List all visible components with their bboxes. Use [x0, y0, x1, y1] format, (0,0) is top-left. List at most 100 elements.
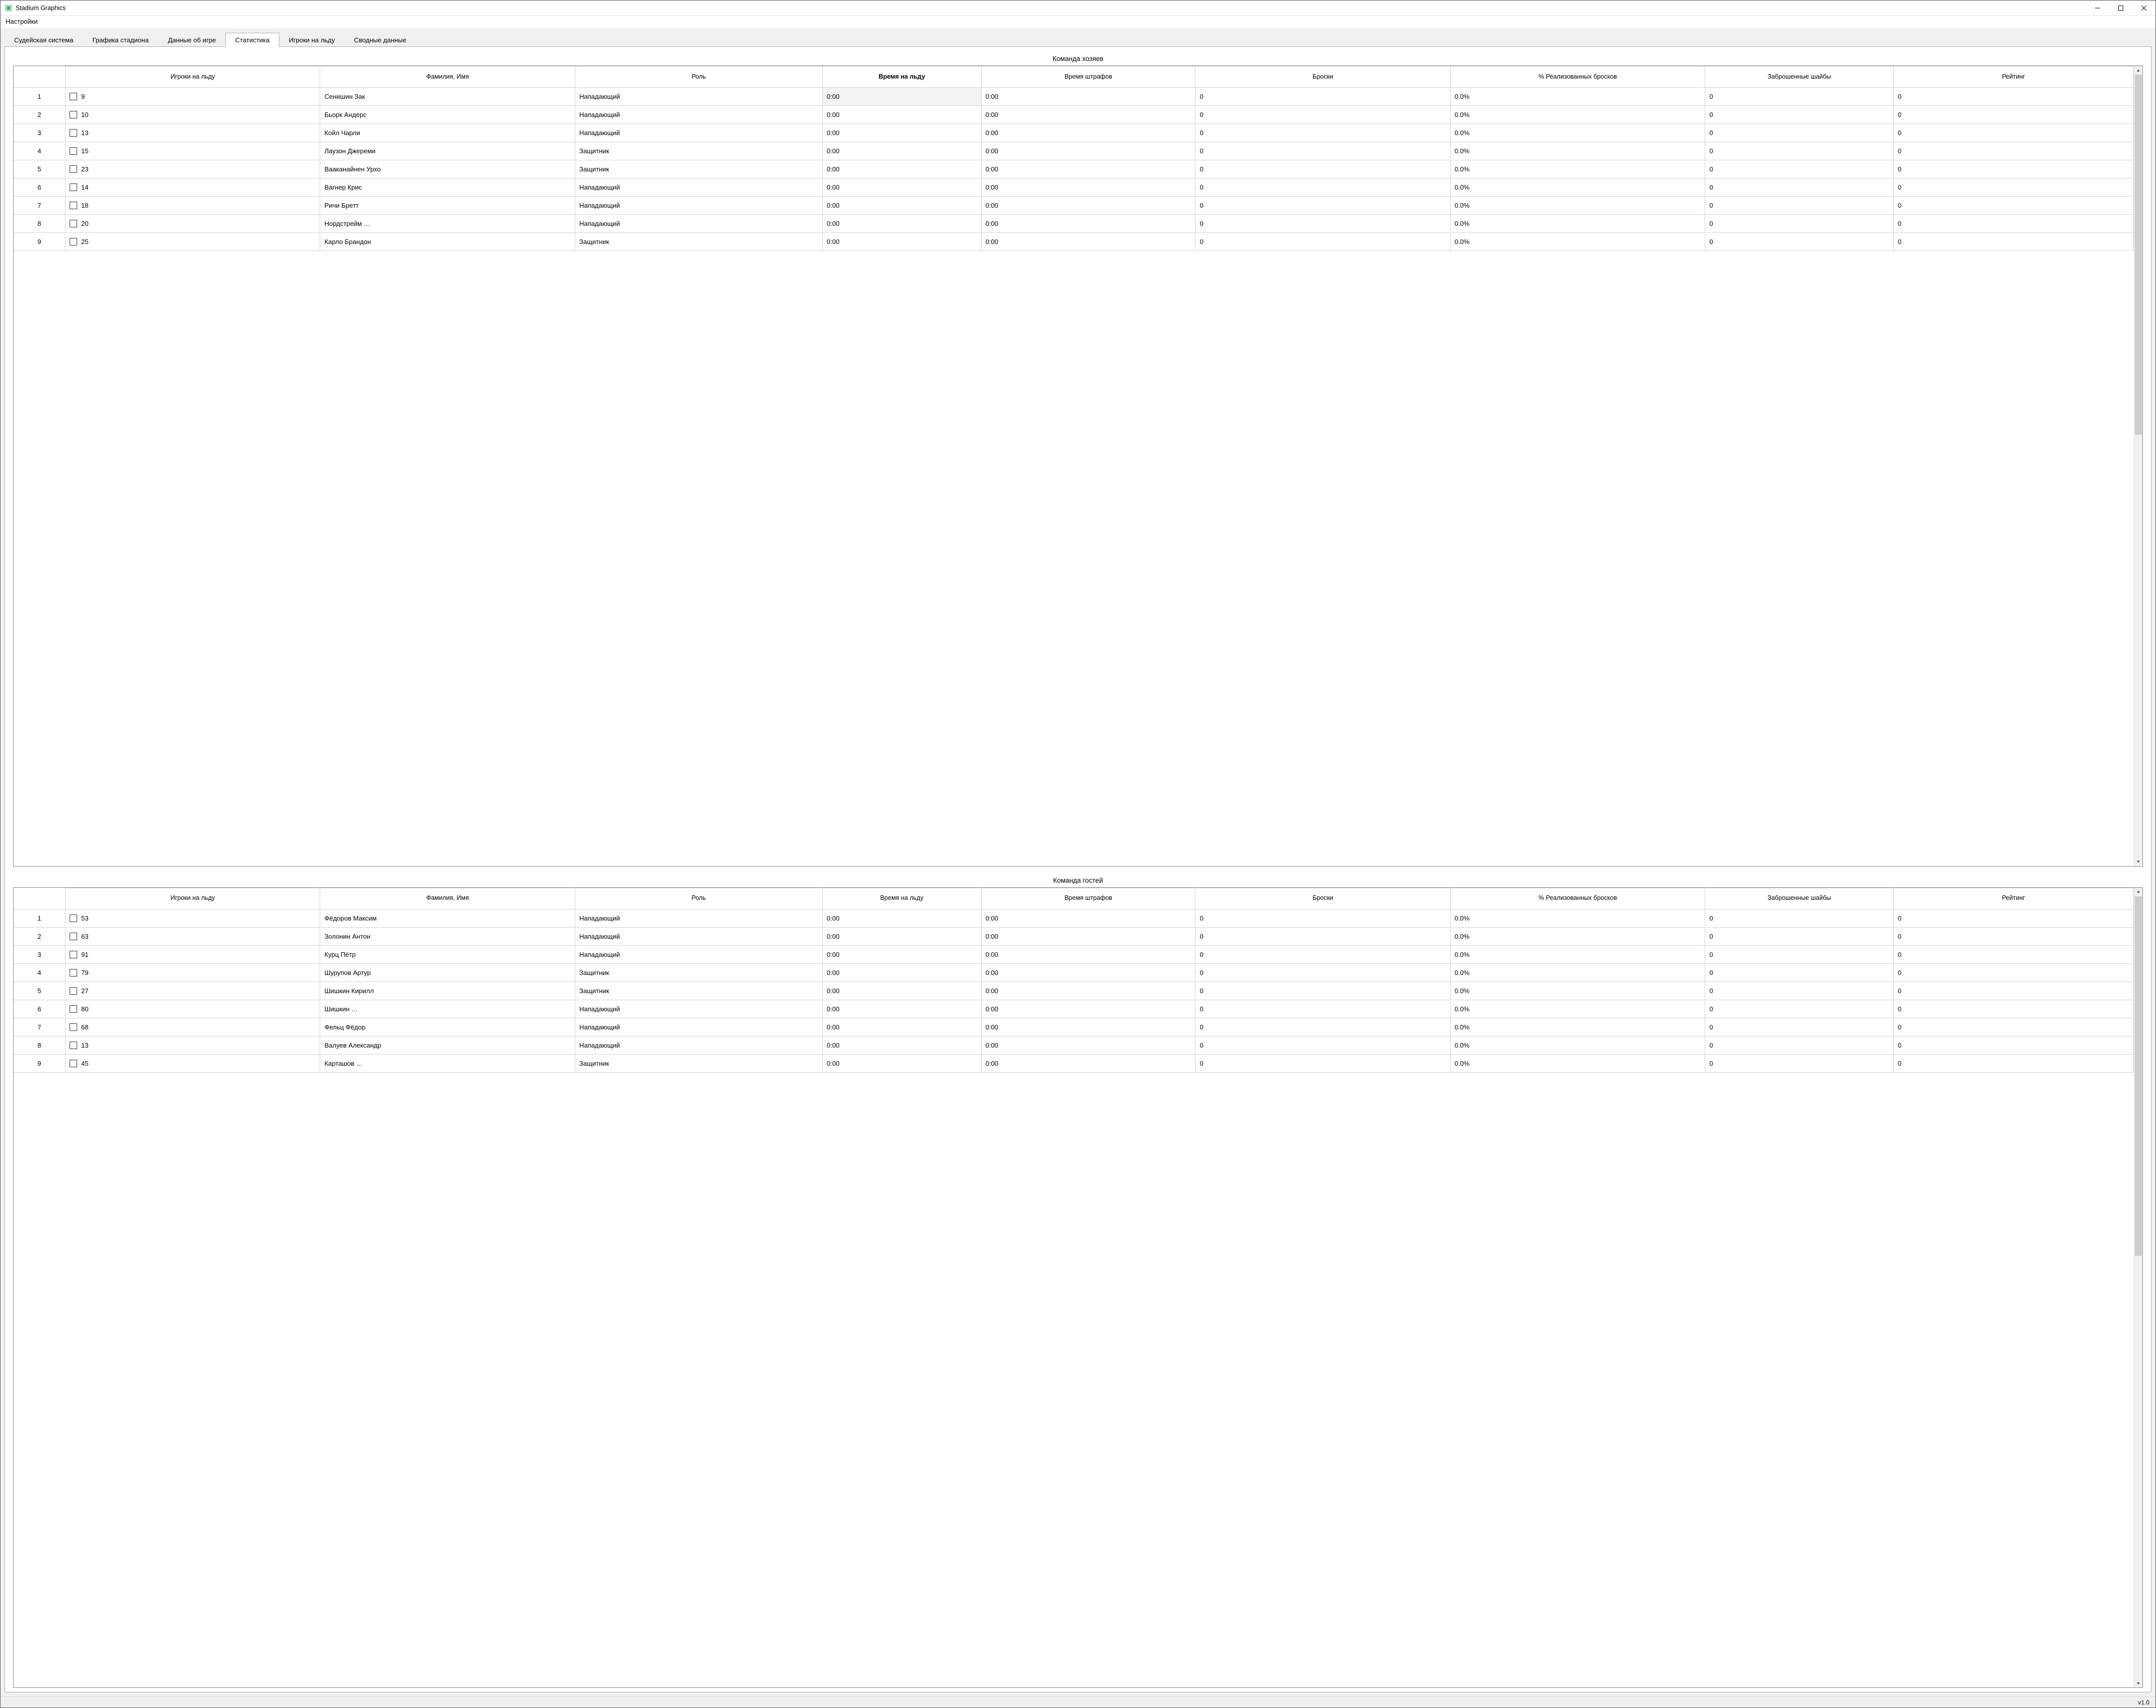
row-number[interactable]: 2 [14, 927, 66, 945]
cell-role[interactable]: Нападающий [575, 909, 822, 927]
cell-name[interactable]: Фёдоров Максим [320, 909, 575, 927]
cell-name[interactable]: Шурупов Артур [320, 963, 575, 982]
table-row[interactable]: 925Карло БрандонЗащитник0:000:0000.0%00 [14, 233, 2134, 251]
cell-toi[interactable]: 0:00 [822, 233, 981, 251]
cell-pct[interactable]: 0.0% [1450, 982, 1705, 1000]
cell-shots[interactable]: 0 [1195, 927, 1450, 945]
row-number[interactable]: 7 [14, 1018, 66, 1036]
cell-rating[interactable]: 0 [1893, 124, 2133, 142]
cell-toi[interactable]: 0:00 [822, 178, 981, 197]
row-number[interactable]: 7 [14, 197, 66, 215]
cell-pct[interactable]: 0.0% [1450, 178, 1705, 197]
cell-pim[interactable]: 0:00 [981, 160, 1195, 178]
row-number[interactable]: 4 [14, 142, 66, 160]
cell-on-ice[interactable]: 18 [66, 197, 320, 215]
cell-on-ice[interactable]: 23 [66, 160, 320, 178]
cell-goals[interactable]: 0 [1705, 1054, 1894, 1072]
cell-role[interactable]: Нападающий [575, 197, 822, 215]
cell-name[interactable]: Лаузон Джереми [320, 142, 575, 160]
cell-role[interactable]: Нападающий [575, 1000, 822, 1018]
on-ice-checkbox[interactable] [70, 914, 77, 922]
column-header-rating[interactable]: Рейтинг [1893, 888, 2133, 909]
cell-role[interactable]: Нападающий [575, 1036, 822, 1054]
row-number[interactable]: 8 [14, 215, 66, 233]
cell-on-ice[interactable]: 80 [66, 1000, 320, 1018]
cell-toi[interactable]: 0:00 [822, 982, 981, 1000]
scroll-up-icon[interactable] [2134, 888, 2142, 896]
cell-rating[interactable]: 0 [1893, 233, 2133, 251]
cell-pct[interactable]: 0.0% [1450, 1000, 1705, 1018]
cell-pim[interactable]: 0:00 [981, 197, 1195, 215]
on-ice-checkbox[interactable] [70, 1005, 77, 1013]
cell-role[interactable]: Нападающий [575, 124, 822, 142]
cell-on-ice[interactable]: 10 [66, 106, 320, 124]
cell-name[interactable]: Шишкин … [320, 1000, 575, 1018]
table-row[interactable]: 813Валуев АлександрНападающий0:000:0000.… [14, 1036, 2134, 1054]
table-row[interactable]: 945Карташов …Защитник0:000:0000.0%00 [14, 1054, 2134, 1072]
cell-pct[interactable]: 0.0% [1450, 909, 1705, 927]
row-number[interactable]: 3 [14, 945, 66, 963]
cell-pim[interactable]: 0:00 [981, 909, 1195, 927]
row-number[interactable]: 4 [14, 963, 66, 982]
cell-pim[interactable]: 0:00 [981, 178, 1195, 197]
cell-rating[interactable]: 0 [1893, 963, 2133, 982]
on-ice-checkbox[interactable] [70, 1060, 77, 1067]
cell-pct[interactable]: 0.0% [1450, 197, 1705, 215]
column-header-rating[interactable]: Рейтинг [1893, 67, 2133, 88]
cell-goals[interactable]: 0 [1705, 1036, 1894, 1054]
cell-shots[interactable]: 0 [1195, 945, 1450, 963]
cell-on-ice[interactable]: 15 [66, 142, 320, 160]
cell-toi[interactable]: 0:00 [822, 927, 981, 945]
cell-goals[interactable]: 0 [1705, 982, 1894, 1000]
on-ice-checkbox[interactable] [70, 202, 77, 209]
on-ice-checkbox[interactable] [70, 1042, 77, 1049]
cell-name[interactable]: Фельц Фёдор [320, 1018, 575, 1036]
cell-rating[interactable]: 0 [1893, 88, 2133, 106]
cell-role[interactable]: Нападающий [575, 1018, 822, 1036]
cell-pct[interactable]: 0.0% [1450, 1036, 1705, 1054]
cell-pim[interactable]: 0:00 [981, 142, 1195, 160]
cell-toi[interactable]: 0:00 [822, 142, 981, 160]
cell-toi[interactable]: 0:00 [822, 124, 981, 142]
table-row[interactable]: 523Вааканайнен УрхоЗащитник0:000:0000.0%… [14, 160, 2134, 178]
cell-shots[interactable]: 0 [1195, 909, 1450, 927]
on-ice-checkbox[interactable] [70, 111, 77, 118]
cell-rating[interactable]: 0 [1893, 106, 2133, 124]
cell-pct[interactable]: 0.0% [1450, 106, 1705, 124]
cell-rating[interactable]: 0 [1893, 945, 2133, 963]
cell-toi[interactable]: 0:00 [822, 88, 981, 106]
cell-rating[interactable]: 0 [1893, 160, 2133, 178]
cell-goals[interactable]: 0 [1705, 927, 1894, 945]
scrollbar-thumb[interactable] [2135, 75, 2142, 435]
column-header-goals[interactable]: Заброшенные шайбы [1705, 888, 1894, 909]
table-row[interactable]: 391Курц ПётрНападающий0:000:0000.0%00 [14, 945, 2134, 963]
cell-toi[interactable]: 0:00 [822, 1036, 981, 1054]
cell-name[interactable]: Карло Брандон [320, 233, 575, 251]
close-button[interactable] [2132, 1, 2155, 16]
cell-name[interactable]: Вааканайнен Урхо [320, 160, 575, 178]
cell-role[interactable]: Нападающий [575, 927, 822, 945]
cell-on-ice[interactable]: 63 [66, 927, 320, 945]
table-row[interactable]: 527Шишкин КириллЗащитник0:000:0000.0%00 [14, 982, 2134, 1000]
cell-shots[interactable]: 0 [1195, 233, 1450, 251]
column-header-corner[interactable] [14, 67, 66, 88]
cell-rating[interactable]: 0 [1893, 1036, 2133, 1054]
cell-shots[interactable]: 0 [1195, 160, 1450, 178]
cell-pim[interactable]: 0:00 [981, 927, 1195, 945]
cell-goals[interactable]: 0 [1705, 233, 1894, 251]
cell-role[interactable]: Нападающий [575, 945, 822, 963]
cell-toi[interactable]: 0:00 [822, 215, 981, 233]
column-header-time_on_ice[interactable]: Время на льду [822, 67, 981, 88]
cell-role[interactable]: Защитник [575, 160, 822, 178]
away-scrollbar[interactable] [2134, 888, 2142, 1688]
cell-role[interactable]: Защитник [575, 233, 822, 251]
column-header-shots[interactable]: Броски [1195, 67, 1450, 88]
table-row[interactable]: 210Бьорк АндерсНападающий0:000:0000.0%00 [14, 106, 2134, 124]
column-header-time_on_ice[interactable]: Время на льду [822, 888, 981, 909]
cell-pct[interactable]: 0.0% [1450, 142, 1705, 160]
row-number[interactable]: 2 [14, 106, 66, 124]
column-header-penalty_time[interactable]: Время штрафов [981, 67, 1195, 88]
cell-shots[interactable]: 0 [1195, 982, 1450, 1000]
cell-shots[interactable]: 0 [1195, 215, 1450, 233]
cell-pim[interactable]: 0:00 [981, 1054, 1195, 1072]
